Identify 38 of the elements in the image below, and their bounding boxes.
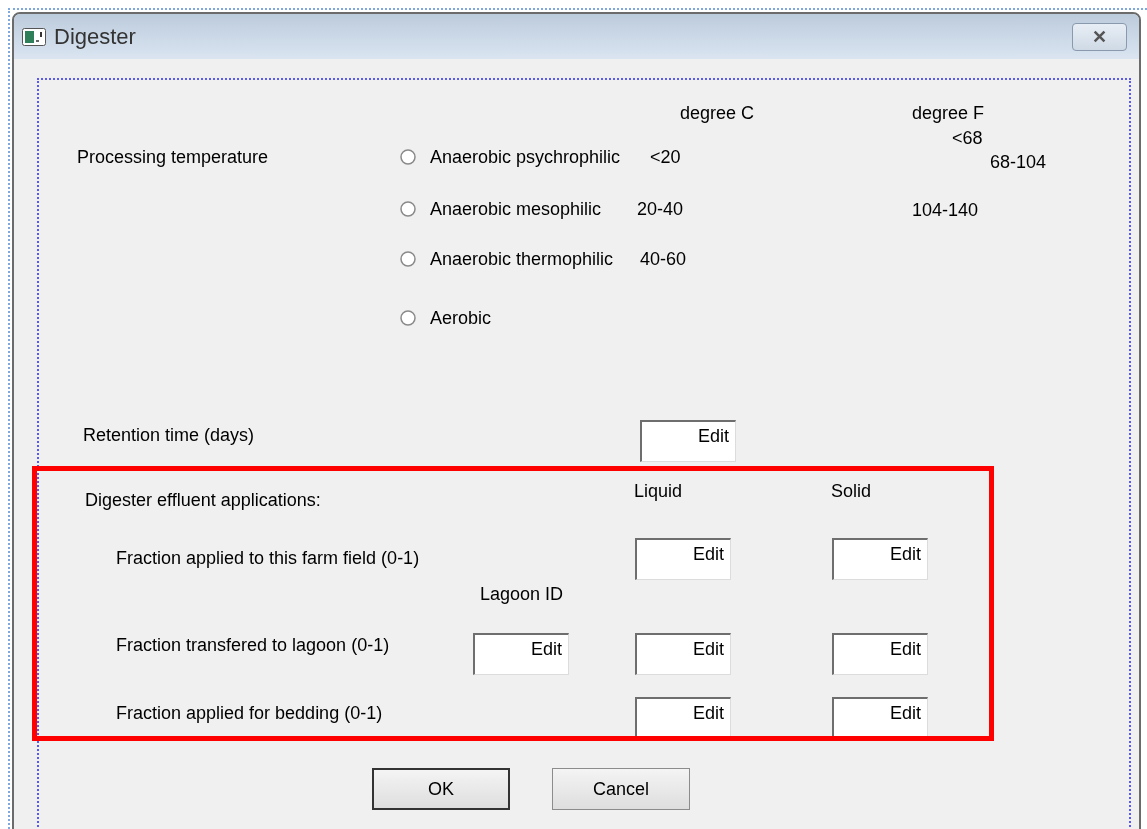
input-field[interactable]: Edit <box>832 697 928 739</box>
fahrenheit-range: 68-104 <box>990 151 1047 173</box>
fahrenheit-range: <68 <box>952 127 983 149</box>
field-label: Retention time (days) <box>83 424 255 446</box>
window-icon <box>22 27 46 46</box>
fahrenheit-range: 104-140 <box>912 199 979 221</box>
window-title: Digester <box>54 23 136 51</box>
input-field[interactable]: Edit <box>832 538 928 580</box>
dialog-button[interactable]: Cancel <box>552 768 690 810</box>
celsius-range: 40-60 <box>640 248 687 270</box>
input-field[interactable]: Edit <box>635 697 731 739</box>
radio-label: Anaerobic thermophilic <box>430 248 614 270</box>
radio-button[interactable] <box>400 251 416 267</box>
input-field[interactable]: Edit <box>832 633 928 675</box>
input-field[interactable]: Edit <box>473 633 569 675</box>
dialog-button[interactable]: OK <box>372 768 510 810</box>
radio-label: Anaerobic psychrophilic <box>430 146 621 168</box>
input-field[interactable]: Edit <box>640 420 736 462</box>
row-label: Fraction applied for bedding (0-1) <box>116 702 383 724</box>
radio-button[interactable] <box>400 201 416 217</box>
radio-label: Aerobic <box>430 307 492 329</box>
celsius-range: <20 <box>650 146 681 168</box>
row-label: Fraction transfered to lagoon (0-1) <box>116 634 390 656</box>
radio-button[interactable] <box>400 149 416 165</box>
input-field[interactable]: Edit <box>635 633 731 675</box>
column-header: Liquid <box>634 480 683 502</box>
column-header: Solid <box>831 480 872 502</box>
input-field[interactable]: Edit <box>635 538 731 580</box>
close-button[interactable]: ✕ <box>1072 22 1127 51</box>
column-header: degree C <box>680 102 755 124</box>
column-header: Lagoon ID <box>480 583 564 605</box>
radio-button[interactable] <box>400 310 416 326</box>
radio-label: Anaerobic mesophilic <box>430 198 602 220</box>
row-label: Fraction applied to this farm field (0-1) <box>116 547 420 569</box>
column-header: degree F <box>912 102 985 124</box>
section-label: Processing temperature <box>77 146 269 168</box>
celsius-range: 20-40 <box>637 198 684 220</box>
section-label: Digester effluent applications: <box>85 489 321 511</box>
